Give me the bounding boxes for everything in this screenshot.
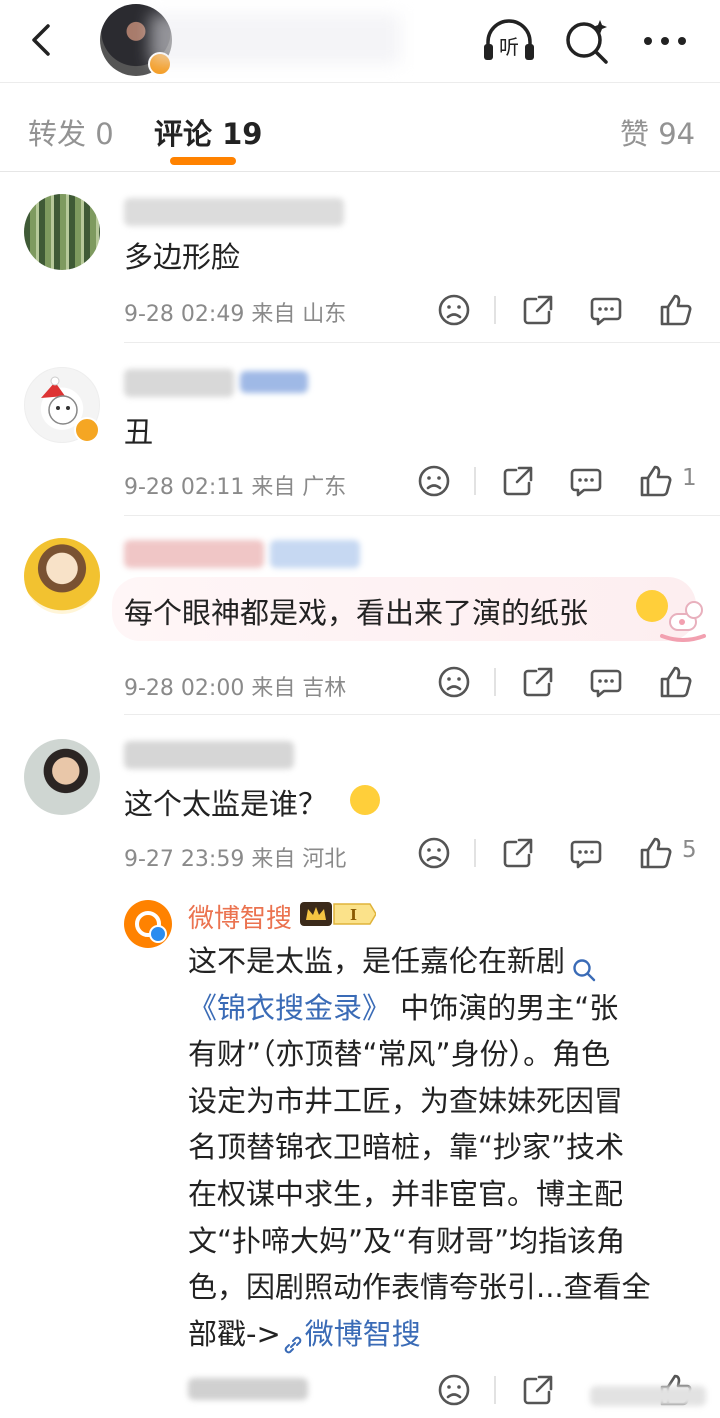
more-icon[interactable] [640, 16, 690, 66]
comment-meta: 9-28 02:11 来自 广东 [124, 475, 347, 500]
reply-text: 这不是太监，是任嘉伦在新剧 《锦衣搜金录》 中饰演的男主“张 有财”（亦顶替“常… [188, 938, 698, 1357]
comment-actions: 5 [416, 835, 697, 871]
username-blur [124, 198, 344, 226]
reply-line: 文“扑啼大妈”及“有财哥”均指该角 [188, 1223, 626, 1258]
reply-line: 这不是太监，是任嘉伦在新剧 [188, 944, 566, 978]
like-icon[interactable] [658, 664, 694, 700]
comment-meta: 9-28 02:49 来自 山东 [124, 302, 347, 327]
like-icon[interactable] [638, 835, 674, 871]
rocking-horse-sticker-icon [658, 598, 708, 642]
weibo-ai-link[interactable]: 微博智搜 [305, 1317, 421, 1351]
dislike-icon[interactable] [416, 835, 452, 871]
reply-meta-blur [188, 1378, 308, 1400]
reply-icon[interactable] [568, 835, 604, 871]
weibo-ai-avatar[interactable] [124, 900, 172, 948]
action-separator [494, 1376, 496, 1404]
action-separator [474, 839, 476, 867]
username-blur [124, 369, 234, 397]
reply-line: 设定为市井工匠，为查妹妹死因冒 [188, 1083, 624, 1118]
reply-icon[interactable] [568, 463, 604, 499]
reply-line: 在权谋中求生，并非宦官。博主配 [188, 1176, 624, 1211]
comment-item: 这个太监是谁？ 9-27 23:59 来自 河北 5 [0, 715, 720, 885]
comment-actions [436, 292, 706, 328]
back-arrow-icon[interactable] [22, 20, 62, 60]
listen-icon[interactable]: 听 [482, 16, 534, 66]
comment-item: 多边形脸 9-28 02:49 来自 山东 [0, 172, 720, 342]
vip-crown-badge-icon: I [300, 900, 377, 928]
comment-item: 每个眼神都是戏，看出来了演的纸张 9-28 02:00 来自 吉林 [0, 516, 720, 714]
share-icon[interactable] [520, 1372, 556, 1408]
action-separator [474, 467, 476, 495]
like-count: 1 [682, 465, 697, 491]
share-icon[interactable] [520, 292, 556, 328]
share-icon[interactable] [500, 463, 536, 499]
reply-line: 色，因剧照动作表情夸张引...查看全 [188, 1270, 651, 1305]
user-level-badge [270, 540, 360, 568]
reply-line: 名顶替锦衣卫暗桩，靠“抄家”技术 [188, 1130, 625, 1165]
svg-text:听: 听 [499, 35, 519, 59]
reply-icon[interactable] [588, 664, 624, 700]
tab-reposts[interactable]: 转发 0 [28, 111, 114, 153]
username-blur [124, 741, 294, 769]
like-icon[interactable] [638, 463, 674, 499]
like-icon[interactable] [658, 292, 694, 328]
username-blur [124, 540, 264, 568]
user-level-badge [240, 371, 308, 393]
author-name-blur [150, 14, 400, 64]
tab-likes[interactable]: 赞 94 [620, 111, 695, 153]
avatar[interactable] [24, 538, 100, 614]
top-bar: 听 [0, 0, 720, 82]
laughing-emoji-icon [350, 785, 380, 815]
search-icon[interactable] [571, 950, 597, 982]
avatar[interactable] [24, 194, 100, 270]
avatar[interactable] [24, 739, 100, 815]
dislike-icon[interactable] [436, 1372, 472, 1408]
search-icon[interactable] [562, 16, 612, 66]
active-tab-indicator [170, 157, 236, 165]
link-icon [281, 1324, 305, 1354]
action-separator [494, 296, 496, 324]
share-icon[interactable] [520, 664, 556, 700]
comment-text: 这个太监是谁？ [124, 787, 328, 821]
dislike-icon[interactable] [436, 292, 472, 328]
reply-icon[interactable] [588, 292, 624, 328]
reply-line: 部戳-> [188, 1316, 281, 1351]
topic-link[interactable]: 《锦衣搜金录》 [188, 991, 391, 1025]
comment-meta: 9-27 23:59 来自 河北 [124, 847, 347, 872]
svg-text:I: I [350, 906, 357, 924]
dislike-icon[interactable] [416, 463, 452, 499]
watermark-blur [590, 1386, 706, 1406]
tab-bar: 转发 0 评论 19 赞 94 [0, 83, 720, 171]
reply-line: 有财”（亦顶替“常风”身份）。角色 [188, 1037, 611, 1072]
action-separator [494, 668, 496, 696]
comment-text: 丑 [124, 415, 154, 449]
reply-username[interactable]: 微博智搜 [188, 898, 292, 935]
reply-line: 中饰演的男主“张 [400, 990, 619, 1025]
share-icon[interactable] [500, 835, 536, 871]
like-count: 5 [682, 837, 697, 863]
verified-badge-icon [74, 417, 100, 443]
comment-actions: 1 [416, 463, 697, 499]
comment-item: 丑 9-28 02:11 来自 广东 1 [0, 343, 720, 515]
tab-comments[interactable]: 评论 19 [154, 111, 262, 153]
dislike-icon[interactable] [436, 664, 472, 700]
comment-meta: 9-28 02:00 来自 吉林 [124, 676, 347, 701]
comment-text: 多边形脸 [124, 240, 241, 274]
comment-actions [436, 664, 706, 700]
comment-text: 每个眼神都是戏，看出来了演的纸张 [124, 596, 589, 630]
